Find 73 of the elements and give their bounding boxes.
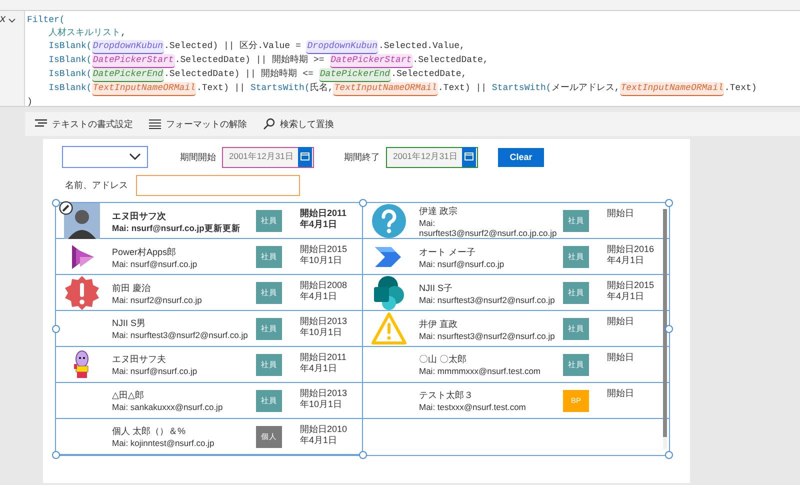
email-text: Mai: testxxx@nsurf.test.com — [419, 402, 527, 412]
calendar-icon[interactable] — [298, 147, 312, 167]
person-name: 〇山 〇太郎 — [419, 353, 468, 366]
toolbar-button[interactable]: テキストの書式設定 — [35, 118, 133, 130]
date-label: 期間開始 — [180, 150, 216, 164]
email-text: Mai: nsurftest3@nsurf2@nsurf.co.jp.co.jp — [419, 218, 558, 238]
start-date: 開始日2008年4月1日 — [300, 279, 348, 302]
person-name: 井伊 直政 — [419, 318, 459, 330]
resize-handle[interactable] — [665, 451, 673, 459]
date-picker[interactable]: 2001年12月31日 — [386, 146, 478, 168]
formula-editor[interactable]: Filter( 人材スキルリスト, IsBlank(DropdownKubun.Selected) || 区分.Value = DropdownKubun.Selected.Value, IsBlank(DatePickerStart.SelectedDate) || 開始時期 >= DatePickerStart.SelectedDate, IsBlank(DatePickerEnd.SelectedDate) || 開始時期 <= DatePickerEnd.SelectedDate, IsBlank(TextInputNameORMail.Text) || StartsWith(氏名,TextInputNameORMail.Text) || StartsWith(メールアドレス,TextInputNameORMail.Text) ) — [25, 11, 757, 106]
resize-handle[interactable] — [358, 199, 366, 207]
photo-placeholder — [64, 203, 100, 239]
start-date: 開始日2011年4月1日 — [300, 351, 348, 374]
pencil-icon[interactable] — [59, 201, 73, 215]
start-date: 開始日2015年4月1日 — [607, 279, 656, 302]
person-name: △田△郎 — [112, 389, 145, 402]
start-date: 開始日2013年10月1日 — [300, 315, 348, 338]
person-name: 伊達 政宗 — [419, 204, 459, 218]
start-date: 開始日 — [607, 351, 635, 363]
resize-handle[interactable] — [358, 451, 366, 459]
person-name: Power村Apps郎 — [112, 246, 178, 258]
scrollbar[interactable] — [663, 209, 667, 449]
email-text: Mai: nsurftest3@nsurf2@nsurf.co.jp — [419, 330, 556, 340]
email-text: Mai: sankakuxxx@nsurf.co.jp — [112, 402, 224, 412]
resize-handle[interactable] — [52, 199, 60, 207]
start-date: 開始日2015年10月1日 — [300, 243, 348, 266]
email-text: Mai: nsurftest3@nsurf2@nsurf.co.jp — [112, 330, 249, 340]
person-name: NJII S男 — [112, 317, 147, 330]
person-name: オート メー子 — [419, 246, 477, 258]
email-text: Mai: mmmmxxx@nsurf.test.com — [419, 366, 542, 376]
start-date: 開始日2013年10月1日 — [300, 387, 348, 410]
date-picker[interactable]: 2001年12月31日 — [222, 146, 314, 168]
person-name: NJII S子 — [419, 282, 454, 294]
email-text: Mai: nsurf@nsurf.co.jp — [112, 258, 198, 268]
person-name: エヌ田サフ次 — [112, 210, 167, 222]
resize-handle[interactable] — [665, 325, 673, 333]
start-date: 開始日 — [607, 315, 635, 327]
email-text: Mai: kojinntest@nsurf.co.jp — [112, 438, 216, 448]
dropdown[interactable] — [62, 146, 148, 168]
clear-button[interactable]: Clear — [498, 148, 544, 166]
chevron-down-icon[interactable] — [8, 18, 16, 24]
warning-icon — [371, 311, 407, 347]
search-icon — [263, 118, 275, 130]
email-text: Mai: nsurf@nsurf.co.jp — [112, 366, 198, 376]
person-name: エヌ田サフ夫 — [112, 353, 167, 366]
text-format-icon — [35, 119, 47, 129]
alert-badge-icon — [64, 275, 100, 311]
email-text: Mai: nsurftest3@nsurf2@nsurf.co.jp — [419, 294, 556, 304]
resize-handle[interactable] — [665, 199, 673, 207]
chevron-down-icon — [129, 153, 141, 161]
person-name: テスト太郎３ — [419, 389, 474, 402]
question-icon — [371, 203, 407, 239]
resize-handle[interactable] — [52, 451, 60, 459]
start-date: 開始日2011年4月1日 — [300, 207, 348, 230]
start-date: 開始日 — [607, 207, 635, 219]
name-address-input[interactable] — [136, 175, 300, 196]
resize-handle[interactable] — [52, 325, 60, 333]
toolbar-button[interactable]: フォーマットの解除 — [149, 118, 247, 130]
person-name: 個人 太郎（）＆% — [112, 425, 187, 438]
start-date: 開始日 — [607, 387, 635, 399]
email-text: Mai: nsurf@nsurf.co.jp — [419, 258, 506, 268]
start-date: 開始日2010年4月1日 — [300, 423, 348, 446]
lines-icon — [149, 119, 161, 129]
toolbar-button[interactable]: 検索して置換 — [263, 118, 334, 130]
start-date: 開始日2016年4月1日 — [607, 243, 656, 266]
circles-logo-icon — [371, 275, 407, 311]
name-address-label: 名前、アドレス — [65, 179, 128, 192]
email-text: Mai: nsurf@nsurf.co.jp更新更新 — [112, 222, 242, 232]
email-text: Mai: nsurf2@nsurf.co.jp — [112, 294, 203, 304]
date-label: 期間終了 — [344, 150, 380, 164]
person-name: 前田 慶治 — [112, 282, 152, 294]
calendar-icon[interactable] — [462, 147, 476, 167]
